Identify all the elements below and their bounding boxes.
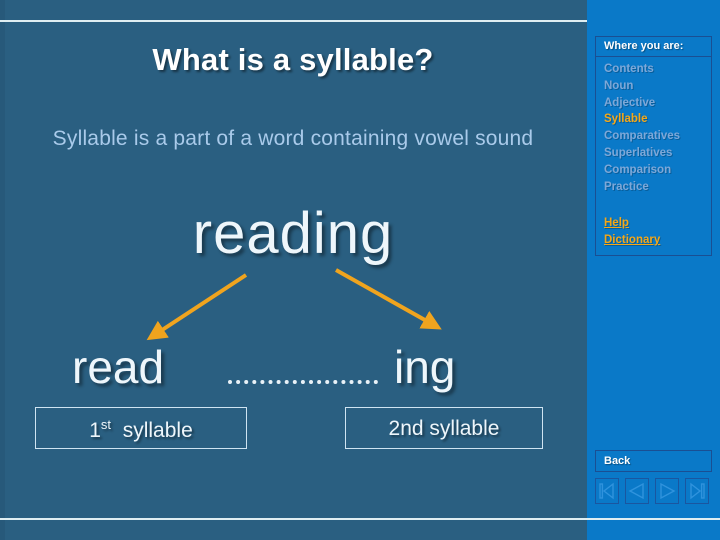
sidebar-item-comparatives[interactable]: Comparatives [604,128,711,145]
main-content: What is a syllable? Syllable is a part o… [0,22,586,518]
example-word: reading [192,201,394,266]
previous-icon [628,482,644,500]
sidebar-item-list: Contents Noun Adjective Syllable Compara… [596,57,711,201]
last-slide-button[interactable] [685,478,709,504]
first-icon [599,482,614,500]
definition-text: Syllable is a part of a word containing … [52,127,534,150]
slide-navigation-bar [595,478,715,504]
arrow-to-first-syllable [146,273,248,341]
first-syllable-ordinal-suffix: st [100,417,112,432]
sidebar-item-noun[interactable]: Noun [604,78,711,95]
sidebar-item-syllable[interactable]: Syllable [604,111,711,128]
sidebar-item-adjective[interactable]: Adjective [604,95,711,112]
next-icon [660,482,676,500]
where-you-are-panel: Where you are: Contents Noun Adjective S… [595,36,712,256]
next-slide-button[interactable] [655,478,679,504]
first-syllable-label-box: 1st syllable [35,407,247,449]
previous-slide-button[interactable] [625,478,649,504]
sidebar-item-contents[interactable]: Contents [604,61,711,78]
sidebar-item-superlatives[interactable]: Superlatives [604,145,711,162]
first-syllable-label-text: syllable [122,419,193,442]
navigation-sidebar: Where you are: Contents Noun Adjective S… [587,0,720,540]
dictionary-link[interactable]: Dictionary [604,232,711,249]
page-title: What is a syllable? [152,42,434,77]
arrow-to-second-syllable [335,268,442,330]
syllable-connector-dotted-line [228,380,378,388]
first-syllable-ordinal: 1 [89,419,101,442]
help-link[interactable]: Help [604,215,711,232]
sidebar-item-practice[interactable]: Practice [604,179,711,196]
sidebar-item-comparison[interactable]: Comparison [604,162,711,179]
first-slide-button[interactable] [595,478,619,504]
first-syllable-word: read [72,341,165,393]
split-word-row: read ing [0,340,586,406]
second-syllable-word: ing [394,341,456,393]
sidebar-header: Where you are: [596,37,711,57]
sidebar-bottom-rule [587,518,720,520]
second-syllable-label-box: 2nd syllable [345,407,543,449]
sidebar-links: Help Dictionary [596,201,711,255]
back-button[interactable]: Back [595,450,712,472]
slide-root: What is a syllable? Syllable is a part o… [0,0,720,540]
last-icon [690,482,705,500]
